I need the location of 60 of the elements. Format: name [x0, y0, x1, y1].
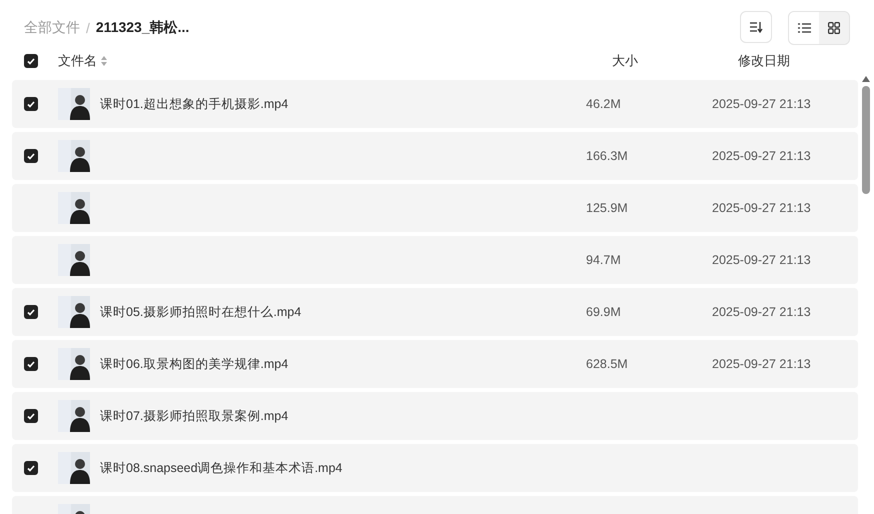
file-size: 628.5M [586, 357, 629, 371]
checkmark-icon [27, 412, 35, 420]
file-row[interactable]: 课时06.取景构图的美学规律.mp4 628.5M 2025-09-27 21:13 [12, 340, 858, 388]
file-row[interactable]: 125.9M 2025-09-27 21:13 [12, 184, 858, 232]
checkmark-icon [27, 58, 35, 64]
list-icon [798, 23, 810, 33]
file-row[interactable]: 课时01.超出想象的手机摄影.mp4 46.2M 2025-09-27 21:13 [12, 80, 858, 128]
modified-date: 2025-09-27 21:13 [712, 253, 812, 267]
scrollbar-thumb[interactable] [862, 86, 870, 194]
checkmark-icon [27, 100, 35, 108]
checkbox[interactable] [24, 357, 38, 371]
video-thumbnail [58, 244, 90, 276]
modified-date: 2025-09-27 21:13 [712, 305, 812, 319]
sort-arrows-icon [101, 56, 107, 66]
file-name[interactable]: 课时06.取景构图的美学规律.mp4 [100, 356, 586, 372]
file-size: 125.9M [586, 201, 629, 215]
file-row[interactable]: 课时08.snapseed调色操作和基本术语.mp4 [12, 444, 858, 492]
video-thumbnail [58, 192, 90, 224]
modified-date: 2025-09-27 21:13 [712, 357, 812, 371]
modified-date: 2025-09-27 21:13 [712, 149, 812, 163]
file-name[interactable]: 课时05.摄影师拍照时在想什么.mp4 [100, 304, 586, 320]
checkbox[interactable] [24, 149, 38, 163]
checkmark-icon [27, 308, 35, 316]
video-thumbnail [58, 452, 90, 484]
checkmark-icon [27, 152, 35, 160]
video-thumbnail [58, 400, 90, 432]
file-row[interactable]: 课时05.摄影师拍照时在想什么.mp4 69.9M 2025-09-27 21:13 [12, 288, 858, 336]
scroll-up-icon[interactable] [862, 76, 870, 82]
file-size: 46.2M [586, 97, 622, 111]
file-size: 166.3M [586, 149, 629, 163]
video-thumbnail [58, 296, 90, 328]
file-name[interactable]: 课时01.超出想象的手机摄影.mp4 [100, 96, 586, 112]
checkbox[interactable] [24, 461, 38, 475]
file-size: 69.9M [586, 305, 622, 319]
checkbox[interactable] [24, 409, 38, 423]
video-thumbnail [58, 88, 90, 120]
file-row[interactable]: 94.7M 2025-09-27 21:13 [12, 236, 858, 284]
file-name[interactable]: 课时07.摄影师拍照取景案例.mp4 [100, 408, 586, 424]
video-thumbnail [58, 348, 90, 380]
checkbox[interactable] [24, 305, 38, 319]
list-view-button[interactable] [789, 12, 819, 44]
column-header[interactable]: 修改日期 [738, 52, 874, 70]
column-header[interactable]: 文件名 [58, 52, 97, 70]
column-header[interactable]: 大小 [612, 52, 738, 70]
file-size: 94.7M [586, 253, 622, 267]
video-thumbnail [58, 140, 90, 172]
checkmark-icon [27, 360, 35, 368]
grid-icon [828, 22, 840, 34]
checkmark-icon [27, 464, 35, 472]
checkbox[interactable] [24, 97, 38, 111]
checkbox[interactable] [24, 54, 38, 68]
sort-button[interactable] [740, 11, 772, 43]
file-row[interactable]: 课时07.摄影师拍照取景案例.mp4 [12, 392, 858, 440]
sort-icon [749, 21, 763, 33]
breadcrumb-item[interactable]: 211323_韩松... [96, 19, 190, 37]
breadcrumb-separator: / [86, 20, 90, 36]
file-name[interactable]: 课时08.snapseed调色操作和基本术语.mp4 [100, 460, 586, 476]
file-row[interactable]: 166.3M 2025-09-27 21:13 [12, 132, 858, 180]
modified-date: 2025-09-27 21:13 [712, 97, 812, 111]
modified-date: 2025-09-27 21:13 [712, 201, 812, 215]
